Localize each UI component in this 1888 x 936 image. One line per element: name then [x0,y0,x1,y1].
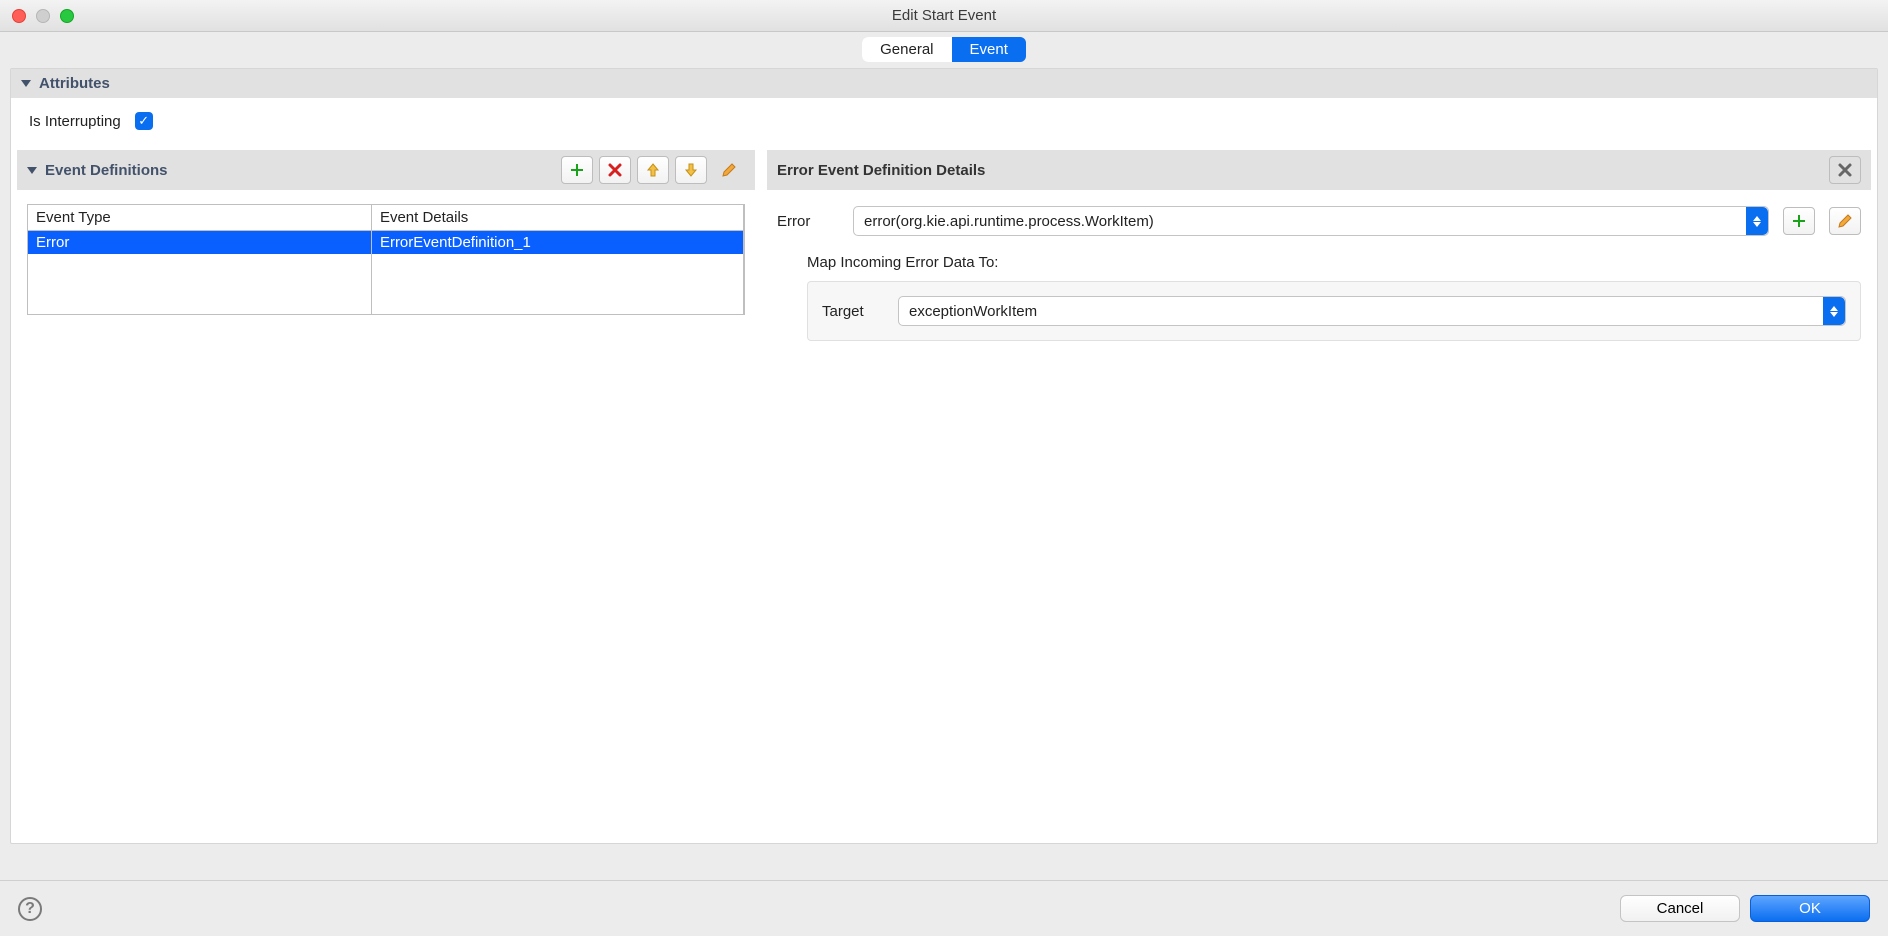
ok-button[interactable]: OK [1750,895,1870,922]
combo-stepper-icon [1823,297,1845,325]
help-icon: ? [25,900,35,918]
edit-error-button[interactable] [1829,207,1861,235]
event-definitions-toolbar [561,156,745,184]
is-interrupting-checkbox[interactable]: ✓ [135,112,153,130]
left-column: Event Definitions [17,144,755,341]
error-label: Error [777,213,839,230]
window-title: Edit Start Event [0,7,1888,24]
target-label: Target [822,303,884,320]
plus-icon [569,162,585,178]
error-combo[interactable]: error(org.kie.api.runtime.process.WorkIt… [853,206,1769,236]
pencil-icon [1837,213,1853,229]
tab-segment: General Event [862,37,1026,62]
cell-event-type: Error [28,231,371,255]
is-interrupting-label: Is Interrupting [29,113,121,130]
error-value: error(org.kie.api.runtime.process.WorkIt… [864,213,1154,230]
error-row: Error error(org.kie.api.runtime.process.… [767,190,1871,246]
edit-button[interactable] [713,156,745,184]
target-combo[interactable]: exceptionWorkItem [898,296,1846,326]
chevron-down-icon [27,167,37,174]
arrow-up-icon [645,162,661,178]
table-header-row: Event Type Event Details [28,205,744,231]
move-down-button[interactable] [675,156,707,184]
x-icon [607,162,623,178]
event-definitions-table[interactable]: Event Type Event Details Error ErrorEven… [27,204,745,315]
details-header: Error Event Definition Details [767,150,1871,190]
table-empty-row [28,254,744,314]
attributes-title: Attributes [39,75,110,92]
arrow-down-icon [683,162,699,178]
plus-icon [1791,213,1807,229]
pencil-icon [721,162,737,178]
details-title: Error Event Definition Details [777,162,985,179]
event-definitions-title: Event Definitions [45,162,168,179]
split-columns: Event Definitions [11,144,1877,341]
tab-general[interactable]: General [862,37,951,62]
tabbar: General Event [0,32,1888,68]
right-column: Error Event Definition Details Error err… [767,144,1871,341]
help-button[interactable]: ? [18,897,42,921]
table-row[interactable]: Error ErrorEventDefinition_1 [28,231,744,255]
close-details-button[interactable] [1829,156,1861,184]
add-button[interactable] [561,156,593,184]
titlebar: Edit Start Event [0,0,1888,32]
chevron-down-icon [21,80,31,87]
move-up-button[interactable] [637,156,669,184]
tab-event[interactable]: Event [952,37,1026,62]
target-value: exceptionWorkItem [909,303,1037,320]
cell-event-details: ErrorEventDefinition_1 [371,231,743,255]
add-error-button[interactable] [1783,207,1815,235]
col-event-type[interactable]: Event Type [28,205,371,231]
target-row: Target exceptionWorkItem [822,296,1846,326]
combo-stepper-icon [1746,207,1768,235]
map-incoming-label: Map Incoming Error Data To: [767,246,1871,277]
attribute-row-is-interrupting: Is Interrupting ✓ [11,98,1877,144]
attributes-section-header[interactable]: Attributes [11,69,1877,98]
map-box: Target exceptionWorkItem [807,281,1861,341]
col-event-details[interactable]: Event Details [371,205,743,231]
panel-area: Attributes Is Interrupting ✓ Event Defin… [10,68,1878,844]
x-icon [1837,162,1853,178]
cancel-button[interactable]: Cancel [1620,895,1740,922]
delete-button[interactable] [599,156,631,184]
event-definitions-header[interactable]: Event Definitions [17,150,755,190]
footer: ? Cancel OK [0,880,1888,936]
